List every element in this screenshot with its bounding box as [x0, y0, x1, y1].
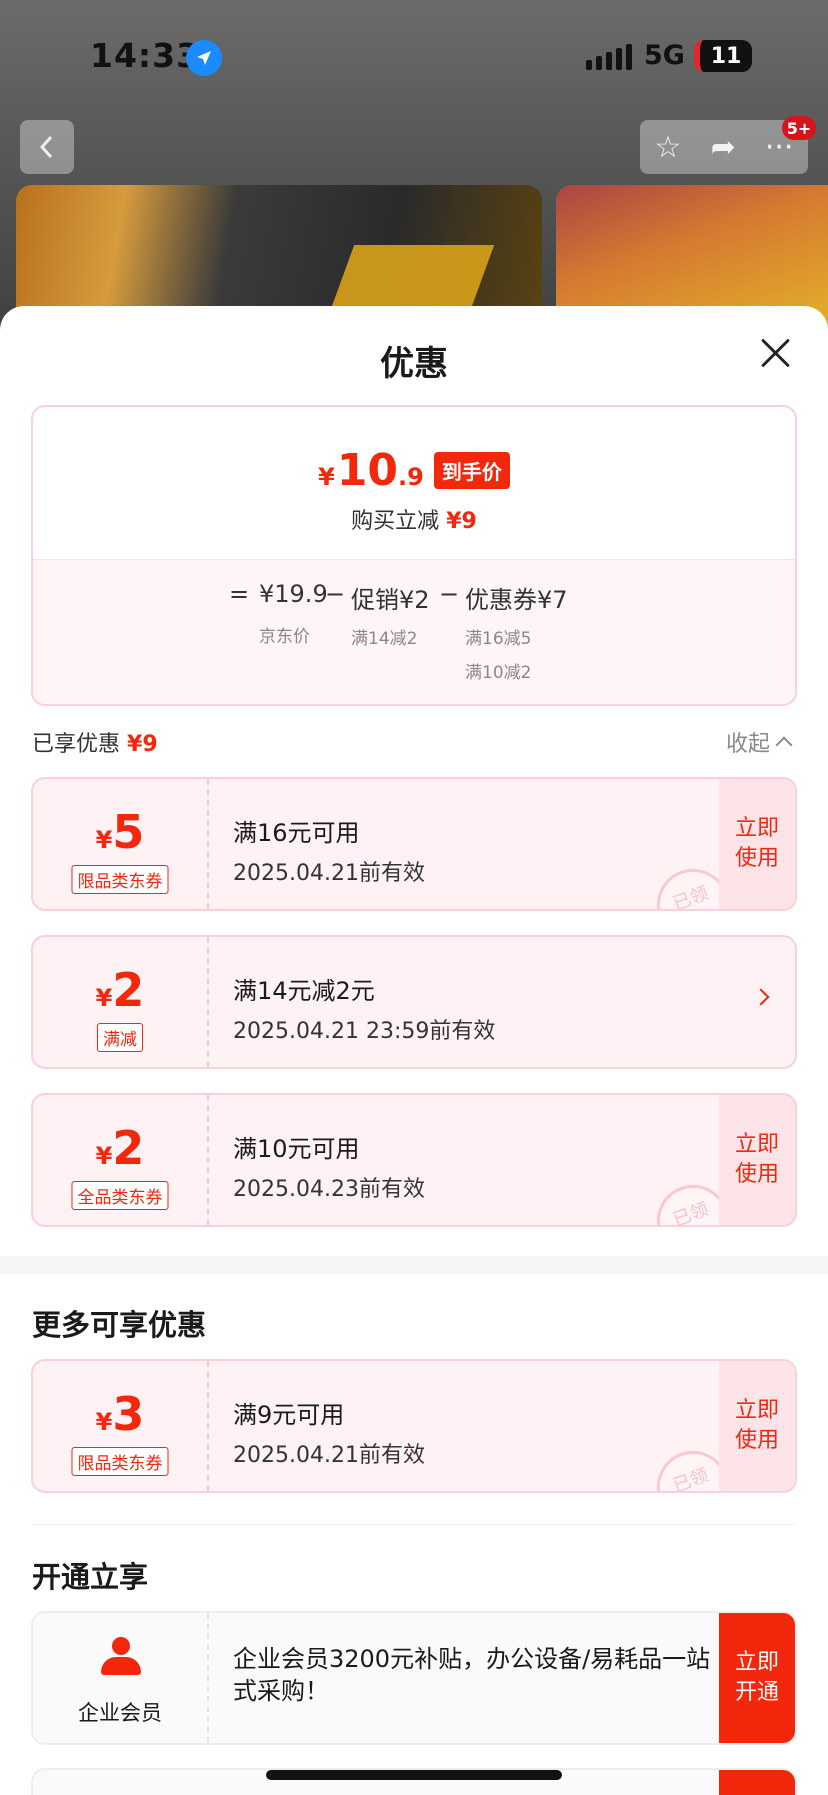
coupon-expiry: 2025.04.21前有效: [233, 1443, 425, 1468]
notification-badge: 5+: [782, 116, 816, 140]
coupon-condition: 满10元可用: [233, 1135, 360, 1163]
formula-minus: −: [439, 580, 460, 608]
coupon-total-value: 优惠券¥7: [465, 586, 568, 614]
enterprise-vip-card[interactable]: 企业会员 企业会员3200元补贴，办公设备/易耗品一站式采购！ 立即 开通: [31, 1611, 797, 1745]
base-price-value: ¥19.9: [259, 580, 328, 608]
sheet-title: 优惠: [380, 344, 448, 384]
coupon-amount: ¥2: [33, 1121, 207, 1175]
price-formula: = ¥19.9 京东价 − 促销¥2 满14减2 − 优惠券¥7 满16减5 满…: [33, 559, 795, 704]
coupon-value: 2: [112, 1121, 145, 1175]
coupon-card[interactable]: ¥2 满减 满14元减2元 2025.04.21 23:59前有效: [31, 935, 797, 1069]
price-currency: ¥: [318, 463, 335, 491]
use-now-button[interactable]: 立即 使用: [719, 779, 795, 909]
coupon-type-tag: 限品类东券: [71, 1447, 169, 1476]
promo-value: 促销¥2: [351, 586, 430, 614]
divider-line: [32, 1524, 796, 1525]
status-bar: 14:33 5G 11: [0, 0, 828, 112]
price-decimal: .9: [398, 463, 424, 491]
discount-sheet: 优惠 ¥ 10 .9 到手价 购买立减 ¥9 = ¥19.9 京东价 − 促销¥…: [0, 306, 828, 1795]
open-now-button[interactable]: 立即 开通: [719, 1613, 795, 1743]
back-button[interactable]: [20, 120, 74, 174]
coupon-amount: ¥5: [33, 805, 207, 859]
signal-icon: [586, 44, 632, 70]
chevron-right-icon[interactable]: [752, 988, 770, 1006]
coupon-amount: ¥2: [33, 963, 207, 1017]
open-benefits-title: 开通立享: [32, 1560, 149, 1594]
chevron-up-icon: [775, 736, 793, 754]
coupon-currency: ¥: [95, 1142, 113, 1170]
chevron-left-icon: [39, 135, 53, 159]
coupon-card[interactable]: ¥3 限品类东券 满9元可用 2025.04.21前有效 已领 立即 使用: [31, 1359, 797, 1493]
vip-description: 企业会员3200元补贴，办公设备/易耗品一站式采购！: [233, 1645, 711, 1706]
price-integer: 10: [336, 445, 399, 496]
base-price-label: 京东价: [259, 627, 310, 647]
coupon-card[interactable]: ¥5 限品类东券 满16元可用 2025.04.21前有效 已领 立即 使用: [31, 777, 797, 911]
coupon-condition: 满9元可用: [233, 1401, 345, 1429]
use-now-button[interactable]: 立即 使用: [719, 1095, 795, 1225]
home-indicator: [266, 1770, 562, 1780]
person-icon: [101, 1637, 141, 1677]
next-card-action[interactable]: [719, 1770, 795, 1795]
section-divider: [0, 1256, 828, 1274]
final-price: ¥ 10 .9 到手价: [33, 445, 795, 496]
coupon-currency: ¥: [95, 1408, 113, 1436]
coupon-type-tag: 限品类东券: [71, 865, 169, 894]
coupon-currency: ¥: [95, 984, 113, 1012]
coupon-detail: 满16减5: [465, 629, 532, 649]
formula-equals: =: [229, 580, 250, 608]
coupon-value: 3: [112, 1387, 145, 1441]
close-icon[interactable]: [758, 336, 792, 370]
coupon-condition: 满16元可用: [233, 819, 360, 847]
location-arrow-icon: [186, 40, 222, 76]
use-now-button[interactable]: 立即 使用: [719, 1361, 795, 1491]
instant-reduction: 购买立减 ¥9: [33, 503, 795, 535]
status-time: 14:33: [90, 36, 201, 75]
reduction-value: ¥9: [446, 509, 477, 534]
price-summary-card: ¥ 10 .9 到手价 购买立减 ¥9 = ¥19.9 京东价 − 促销¥2 满…: [31, 405, 797, 706]
coupon-condition: 满14元减2元: [233, 977, 375, 1005]
promo-detail: 满14减2: [351, 629, 418, 649]
network-type: 5G: [644, 40, 685, 71]
battery-icon: 11: [694, 40, 752, 72]
final-price-tag: 到手价: [433, 452, 510, 489]
favorite-star-icon[interactable]: ☆: [655, 130, 682, 165]
coupon-type-tag: 全品类东券: [71, 1181, 169, 1210]
coupon-expiry: 2025.04.21前有效: [233, 861, 425, 886]
enjoyed-label: 已享优惠: [32, 732, 121, 757]
formula-minus: −: [325, 580, 346, 608]
coupon-currency: ¥: [95, 826, 113, 854]
coupon-card[interactable]: ¥2 全品类东券 满10元可用 2025.04.23前有效 已领 立即 使用: [31, 1093, 797, 1227]
collapse-label: 收起: [726, 732, 771, 757]
collapse-toggle[interactable]: 收起: [726, 726, 793, 758]
more-discounts-title: 更多可享优惠: [32, 1308, 207, 1342]
enjoyed-value: ¥9: [127, 732, 158, 757]
share-icon[interactable]: ➦: [711, 130, 736, 165]
reduction-label: 购买立减: [351, 509, 440, 534]
coupon-value: 2: [112, 963, 145, 1017]
coupon-value: 5: [112, 805, 145, 859]
coupon-expiry: 2025.04.23前有效: [233, 1177, 425, 1202]
coupon-type-tag: 满减: [97, 1023, 143, 1052]
enjoyed-discount: 已享优惠 ¥9: [32, 726, 158, 758]
coupon-amount: ¥3: [33, 1387, 207, 1441]
coupon-expiry: 2025.04.21 23:59前有效: [233, 1019, 496, 1044]
coupon-detail: 满10减2: [465, 663, 532, 683]
vip-name: 企业会员: [78, 1701, 162, 1725]
